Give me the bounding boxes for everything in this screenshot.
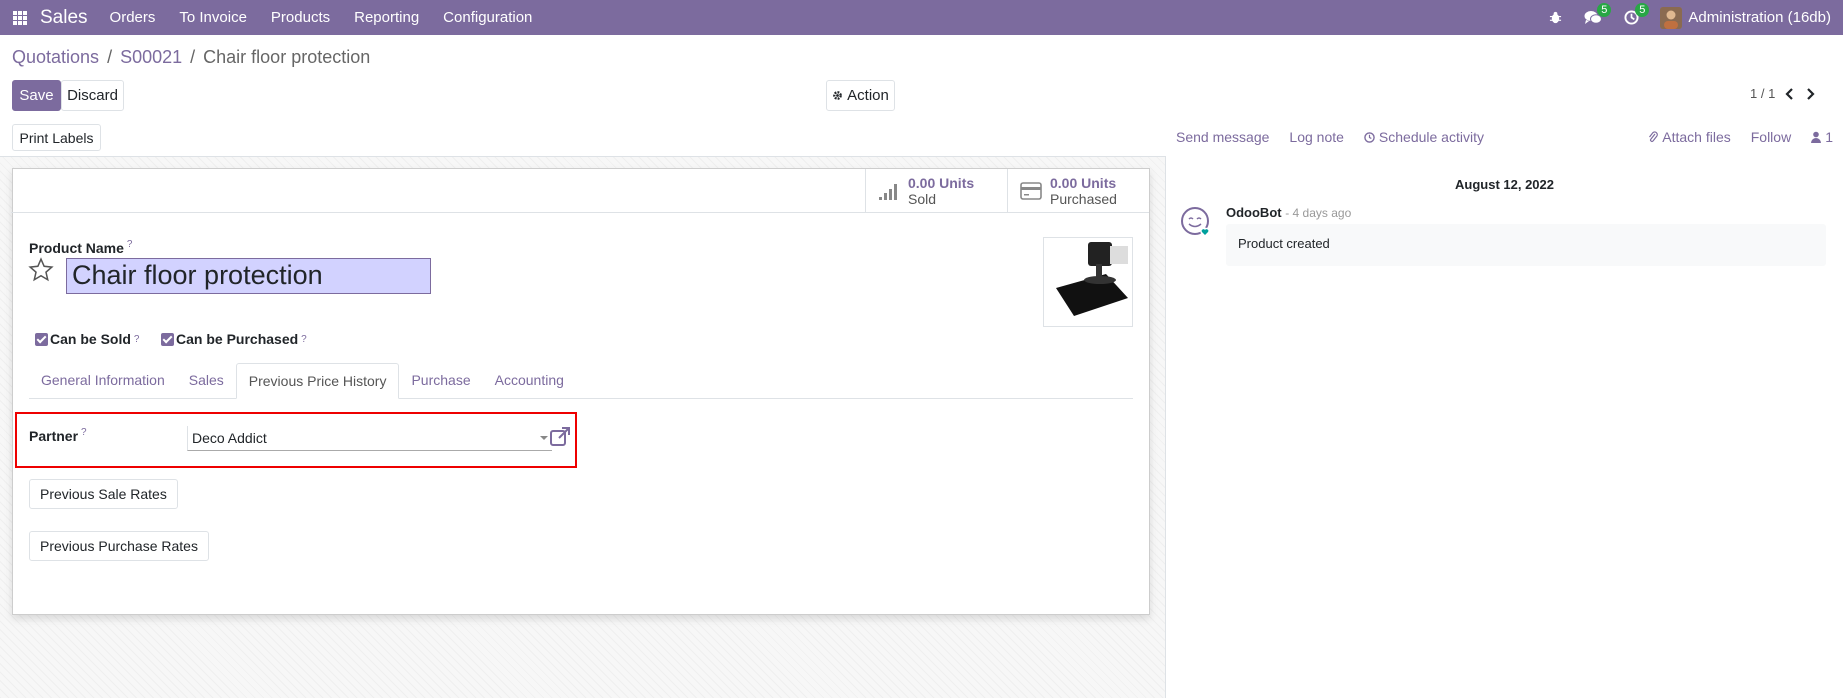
message-author[interactable]: OdooBot <box>1226 205 1282 220</box>
message-date-separator: August 12, 2022 <box>1455 177 1554 192</box>
partner-select[interactable]: Deco Addict <box>187 426 552 451</box>
tab-purchase[interactable]: Purchase <box>399 363 482 399</box>
previous-purchase-rates-button[interactable]: Previous Purchase Rates <box>29 531 209 561</box>
menu-reporting[interactable]: Reporting <box>354 9 419 26</box>
product-name-label-wrap: Product Name? <box>29 239 132 257</box>
top-navbar: Sales Orders To Invoice Products Reporti… <box>0 0 1843 35</box>
paperclip-icon <box>1649 131 1659 142</box>
can-be-sold-field[interactable]: Can be Sold? <box>35 331 139 347</box>
followers-count: 1 <box>1825 129 1833 145</box>
chevron-down-icon[interactable] <box>540 436 548 440</box>
product-image[interactable] <box>1043 237 1133 327</box>
help-mark[interactable]: ? <box>301 334 307 345</box>
favorite-star-icon[interactable] <box>28 257 54 283</box>
can-be-purchased-checkbox[interactable] <box>161 332 174 346</box>
breadcrumb-order[interactable]: S00021 <box>120 47 182 68</box>
gear-icon <box>833 91 842 100</box>
schedule-activity-button[interactable]: Schedule activity <box>1364 129 1484 145</box>
notebook-tabs: General Information Sales Previous Price… <box>29 363 1133 399</box>
breadcrumb-separator: / <box>107 47 113 67</box>
pager-previous-icon[interactable] <box>1785 87 1795 100</box>
credit-card-icon <box>1020 182 1042 200</box>
save-button[interactable]: Save <box>12 80 61 111</box>
user-icon <box>1811 131 1822 143</box>
action-button[interactable]: Action <box>826 80 895 111</box>
external-link-icon[interactable] <box>549 426 571 448</box>
can-be-purchased-label: Can be Purchased <box>176 331 299 347</box>
tab-sales[interactable]: Sales <box>177 363 236 399</box>
units-purchased-value: 0.00 Units <box>1050 174 1117 191</box>
units-purchased-label: Purchased <box>1050 190 1117 207</box>
breadcrumb: Quotations / S00021 / Chair floor protec… <box>12 47 370 68</box>
debug-bug-icon[interactable] <box>1540 0 1570 35</box>
clock-icon <box>1364 131 1375 143</box>
units-sold-label: Sold <box>908 190 937 207</box>
print-labels-button[interactable]: Print Labels <box>12 124 101 151</box>
menu-orders[interactable]: Orders <box>110 9 156 26</box>
user-avatar[interactable] <box>1660 6 1683 29</box>
partner-label: Partner <box>29 428 79 444</box>
activities-badge: 5 <box>1635 3 1650 17</box>
help-mark[interactable]: ? <box>134 334 140 345</box>
pager-next-icon[interactable] <box>1805 87 1815 100</box>
menu-products[interactable]: Products <box>271 9 330 26</box>
messages-badge: 5 <box>1597 3 1612 17</box>
partner-value: Deco Addict <box>192 430 267 446</box>
units-sold-value: 0.00 Units <box>908 174 975 191</box>
product-name-input[interactable]: Chair floor protection <box>66 258 431 294</box>
bar-chart-icon <box>879 184 897 200</box>
breadcrumb-current: Chair floor protection <box>203 47 371 67</box>
product-name-label: Product Name <box>29 240 124 256</box>
tab-general-information[interactable]: General Information <box>29 363 177 399</box>
message-body: Product created <box>1226 224 1826 266</box>
followers-button[interactable]: 1 <box>1811 129 1833 145</box>
form-sheet: 0.00 Units Sold 0.00 Units Purchased Pro… <box>11 168 1150 615</box>
log-note-button[interactable]: Log note <box>1289 129 1344 145</box>
app-brand[interactable]: Sales <box>40 7 88 29</box>
user-menu[interactable]: Administration (16db) <box>1688 9 1831 26</box>
attach-files-label: Attach files <box>1662 129 1731 145</box>
action-label: Action <box>847 87 889 104</box>
help-mark[interactable]: ? <box>81 427 87 438</box>
can-be-sold-checkbox[interactable] <box>35 332 48 346</box>
message-header: OdooBot - 4 days ago <box>1226 205 1351 220</box>
can-be-purchased-field[interactable]: Can be Purchased? <box>161 331 307 347</box>
previous-sale-rates-button[interactable]: Previous Sale Rates <box>29 479 178 509</box>
menu-to-invoice[interactable]: To Invoice <box>179 9 247 26</box>
tab-accounting[interactable]: Accounting <box>483 363 576 399</box>
form-statusbar <box>0 121 1166 157</box>
follow-button[interactable]: Follow <box>1751 129 1791 145</box>
breadcrumb-separator: / <box>190 47 196 67</box>
send-message-button[interactable]: Send message <box>1176 129 1269 145</box>
activities-clock-icon[interactable]: 5 <box>1616 0 1650 35</box>
odoobot-avatar <box>1181 207 1210 237</box>
chatter-panel: Send message Log note Schedule activity … <box>1166 121 1843 698</box>
partner-highlight-box: Partner? Deco Addict <box>15 412 577 468</box>
messages-icon[interactable]: 5 <box>1578 0 1612 35</box>
units-sold-button[interactable]: 0.00 Units Sold <box>865 169 1007 213</box>
chatter-topbar: Send message Log note Schedule activity … <box>1176 129 1833 145</box>
message-time: - 4 days ago <box>1285 206 1352 220</box>
discard-button[interactable]: Discard <box>61 80 124 111</box>
tab-previous-price-history[interactable]: Previous Price History <box>235 363 400 399</box>
chatter-topbar-right: Attach files Follow 1 <box>1628 129 1833 145</box>
pager: 1 / 1 <box>1750 86 1815 101</box>
partner-label-wrap: Partner? <box>29 427 87 445</box>
smart-button-box: 0.00 Units Sold 0.00 Units Purchased <box>11 169 1149 213</box>
pager-value[interactable]: 1 / 1 <box>1750 86 1775 101</box>
breadcrumb-quotations[interactable]: Quotations <box>12 47 99 68</box>
help-mark[interactable]: ? <box>127 239 133 250</box>
attach-files-button[interactable]: Attach files <box>1648 129 1731 145</box>
menu-configuration[interactable]: Configuration <box>443 9 532 26</box>
apps-menu-icon[interactable] <box>0 0 40 35</box>
schedule-activity-label: Schedule activity <box>1378 129 1484 145</box>
units-purchased-button[interactable]: 0.00 Units Purchased <box>1007 169 1149 213</box>
can-be-sold-label: Can be Sold <box>50 331 131 347</box>
